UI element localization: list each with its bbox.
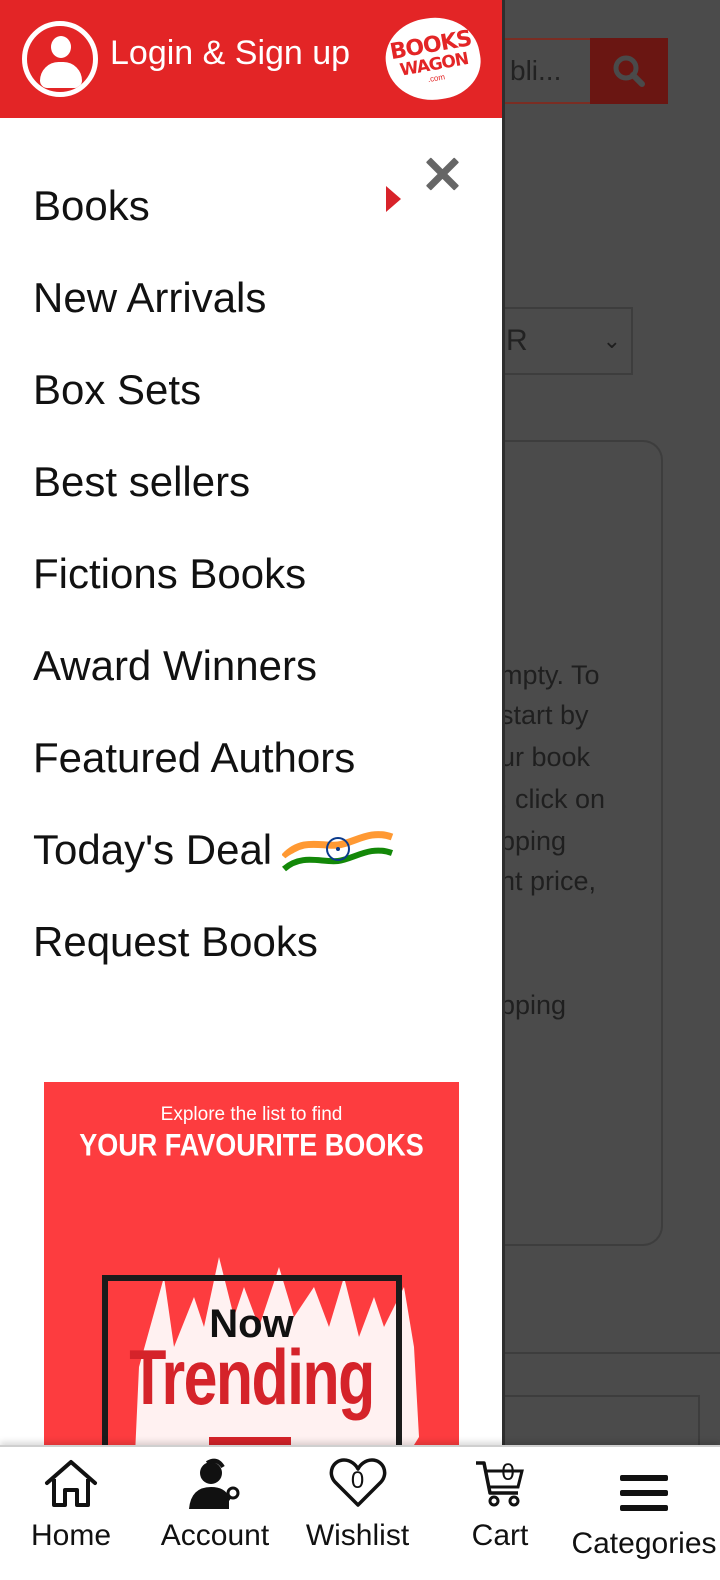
- menu-icon: [620, 1475, 668, 1511]
- menu-item-label: Featured Authors: [33, 734, 356, 781]
- currency-select: R ⌄: [500, 307, 633, 375]
- menu-item-new-arrivals[interactable]: New Arrivals: [33, 268, 266, 328]
- india-flag-icon: [282, 831, 394, 872]
- drawer-header: Login & Sign up BOOKS WAGON .com: [0, 0, 502, 118]
- side-drawer: Login & Sign up BOOKS WAGON .com Books N…: [0, 0, 505, 1445]
- menu-item-label: New Arrivals: [33, 274, 267, 321]
- background-text: pping: [500, 826, 567, 856]
- user-icon[interactable]: [22, 21, 98, 97]
- banner-title: YOUR FAVOURITE BOOKS: [79, 1127, 424, 1163]
- menu-item-label: Best sellers: [33, 458, 251, 505]
- nav-cart-label: Cart: [471, 1519, 529, 1552]
- nav-home[interactable]: Home: [20, 1447, 122, 1580]
- menu-item-books[interactable]: Books: [33, 176, 150, 236]
- banner-subtitle: Explore the list to find: [160, 1104, 343, 1125]
- account-icon: [189, 1458, 240, 1509]
- wishlist-count: 0: [350, 1467, 365, 1494]
- nav-categories[interactable]: Categories: [570, 1447, 718, 1580]
- background-text: start by: [500, 700, 589, 730]
- nav-categories-label: Categories: [571, 1527, 717, 1560]
- background-text: ur book: [500, 742, 591, 772]
- menu-item-label: Fictions Books: [33, 550, 307, 597]
- banner-trending-text: Trending: [129, 1333, 375, 1421]
- bookswagon-logo[interactable]: BOOKS WAGON .com: [379, 10, 487, 108]
- nav-account-label: Account: [160, 1519, 270, 1552]
- banner-shop-button: [209, 1437, 291, 1445]
- menu-item-featured-authors[interactable]: Featured Authors: [33, 728, 355, 788]
- login-signup-link[interactable]: Login & Sign up: [110, 34, 350, 73]
- nav-cart[interactable]: 0 Cart: [460, 1447, 540, 1580]
- menu-item-best-sellers[interactable]: Best sellers: [33, 452, 250, 512]
- search-button: [590, 38, 668, 104]
- menu-item-todays-deal[interactable]: Today's Deal: [33, 820, 394, 880]
- nav-home-label: Home: [30, 1519, 112, 1552]
- search-icon: [613, 55, 645, 87]
- background-text: nt price,: [500, 866, 597, 896]
- currency-select-value: R: [506, 324, 528, 357]
- menu-item-label: Box Sets: [33, 366, 202, 413]
- expand-arrow-icon[interactable]: [386, 186, 401, 212]
- menu-item-box-sets[interactable]: Box Sets: [33, 360, 201, 420]
- close-icon[interactable]: [420, 152, 464, 196]
- logo-text: .com: [427, 72, 446, 85]
- menu-item-label: Today's Deal: [33, 826, 273, 873]
- menu-item-label: Request Books: [33, 918, 318, 965]
- search-input: bli...: [500, 38, 590, 104]
- home-icon: [45, 1460, 97, 1507]
- divider: [500, 1352, 720, 1354]
- menu-item-fictions-books[interactable]: Fictions Books: [33, 544, 306, 604]
- nav-wishlist[interactable]: 0 Wishlist: [300, 1447, 415, 1580]
- background-text: pping: [500, 990, 567, 1020]
- chevron-down-icon: ⌄: [602, 328, 621, 353]
- menu-item-award-winners[interactable]: Award Winners: [33, 636, 317, 696]
- menu-item-label: Books: [33, 182, 150, 229]
- cart-count: 0: [501, 1459, 515, 1486]
- menu-item-label: Award Winners: [33, 642, 317, 689]
- nav-account[interactable]: Account: [150, 1447, 280, 1580]
- background-text: mpty. To: [500, 660, 600, 690]
- menu-item-request-books[interactable]: Request Books: [33, 912, 318, 972]
- bottom-navigation: Home Account 0 Wishlist 0 Cart Categorie…: [0, 1445, 720, 1580]
- now-trending-banner[interactable]: Explore the list to find YOUR FAVOURITE …: [44, 1082, 459, 1445]
- background-text: , click on: [500, 784, 606, 814]
- nav-wishlist-label: Wishlist: [305, 1519, 410, 1552]
